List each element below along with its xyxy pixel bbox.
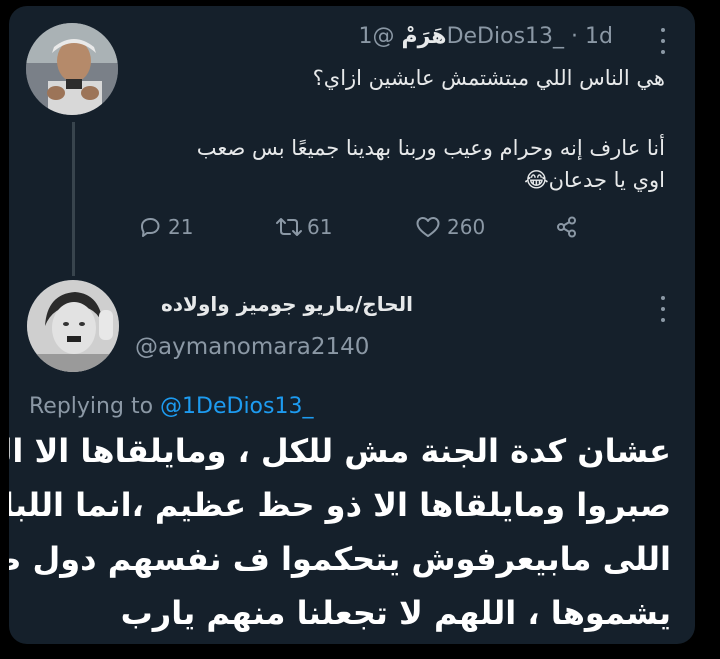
display-name[interactable]: الحاج/ماريو جوميز واولاده: [161, 292, 413, 316]
retweet-button[interactable]: 61: [275, 212, 332, 242]
share-icon: [557, 216, 576, 238]
replying-prefix: Replying to: [29, 394, 154, 419]
separator: ·: [571, 24, 579, 49]
tweet-text-line: صبروا ومايلقاها الا ذو حظ عظيم ،انما الل…: [9, 486, 671, 524]
tweet-text-line: عشان كدة الجنة مش للكل ، ومايلقاها الا ا…: [9, 432, 671, 470]
like-button[interactable]: 260: [415, 212, 485, 242]
avatar[interactable]: [26, 23, 118, 115]
tweet-text-line: أنا عارف إنه وحرام وعيب وربنا بهدينا جمي…: [196, 136, 665, 160]
like-count: 260: [447, 215, 486, 239]
tweet-text-line: اللى مابيعرفوش يتحكموا ف نفسهم دول صعب: [9, 540, 671, 578]
more-icon[interactable]: [660, 296, 666, 322]
tweet-text-line: اوي يا جدعان😂: [524, 168, 665, 192]
handle[interactable]: @aymanomara2140: [135, 334, 369, 360]
reply-icon: [141, 218, 160, 237]
replying-to: Replying to @1DeDios13_: [29, 394, 313, 419]
replying-mention-link[interactable]: @1DeDios13_: [160, 394, 313, 419]
reply-count: 21: [168, 215, 194, 239]
tweet-header: هَرَمْ @1DeDios13_ · 1d: [359, 24, 614, 49]
more-icon[interactable]: [660, 28, 666, 54]
display-name[interactable]: هَرَمْ: [402, 24, 447, 49]
tweet-text-line: يشموها ، اللهم لا تجعلنا منهم يارب: [120, 594, 671, 632]
avatar[interactable]: [27, 280, 119, 372]
tweet-card: هَرَمْ @1DeDios13_ · 1d هي الناس اللي مب…: [9, 6, 695, 644]
retweet-icon: [276, 218, 302, 236]
reply-button[interactable]: 21: [138, 212, 193, 242]
handle[interactable]: @1DeDios13_: [359, 24, 565, 49]
retweet-count: 61: [307, 215, 333, 239]
like-icon: [416, 217, 440, 237]
tweet-text-line: هي الناس اللي مبتشتمش عايشين ازاي؟: [312, 66, 665, 90]
share-button[interactable]: [555, 212, 579, 242]
timestamp[interactable]: 1d: [585, 24, 613, 49]
thread-line: [72, 122, 75, 276]
